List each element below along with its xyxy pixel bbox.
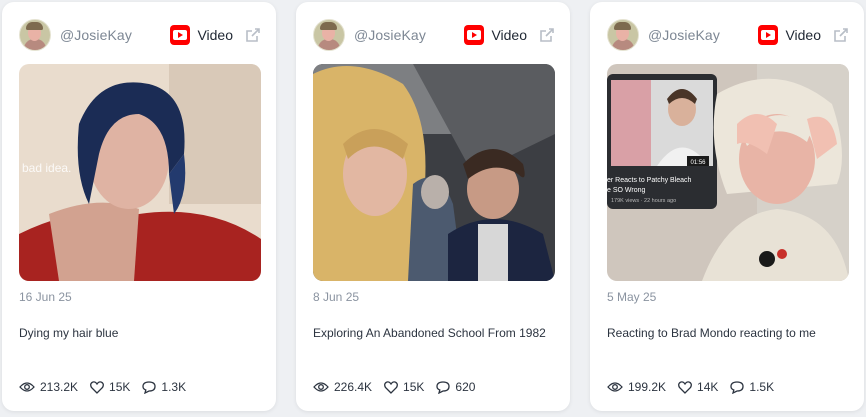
eye-icon <box>313 382 329 392</box>
views-count: 226.4K <box>334 380 373 394</box>
views-stat: 213.2K <box>19 380 78 394</box>
likes-count: 14K <box>697 380 719 394</box>
card-header: @JosieKay Video <box>607 19 850 51</box>
heart-icon <box>384 380 398 394</box>
views-stat: 226.4K <box>313 380 372 394</box>
heart-icon <box>90 380 104 394</box>
inset-duration: 01:56 <box>690 160 706 166</box>
thumbnail-caption: bad idea. <box>22 161 72 175</box>
comment-icon <box>142 380 157 394</box>
likes-stat: 15K <box>90 380 130 394</box>
engagement-stats: 199.2K 14K 1.5K <box>607 378 786 396</box>
external-link-icon[interactable] <box>244 26 262 44</box>
video-title[interactable]: Exploring An Abandoned School From 1982 <box>313 324 553 342</box>
publish-date: 5 May 25 <box>607 290 657 304</box>
comments-count: 1.5K <box>749 380 775 394</box>
likes-stat: 15K <box>384 380 424 394</box>
video-title[interactable]: Dying my hair blue <box>19 324 259 342</box>
likes-count: 15K <box>403 380 425 394</box>
external-link-icon[interactable] <box>832 26 850 44</box>
content-card[interactable]: @JosieKay Video 01:56 er Reacts to Patch… <box>590 2 864 411</box>
comment-icon <box>730 380 745 394</box>
video-thumbnail[interactable] <box>313 64 555 281</box>
creator-handle[interactable]: @JosieKay <box>354 27 426 43</box>
comments-count: 1.3K <box>161 380 187 394</box>
publish-date: 16 Jun 25 <box>19 290 72 304</box>
views-stat: 199.2K <box>607 380 666 394</box>
likes-count: 15K <box>109 380 131 394</box>
inset-meta: 179K views · 22 hours ago <box>611 198 676 204</box>
comments-count: 620 <box>455 380 476 394</box>
creator-handle[interactable]: @JosieKay <box>60 27 132 43</box>
views-count: 199.2K <box>628 380 667 394</box>
comments-stat: 1.3K <box>142 380 186 394</box>
content-type-label: Video <box>785 27 821 43</box>
engagement-stats: 226.4K 15K 620 <box>313 378 487 396</box>
comments-stat: 1.5K <box>730 380 774 394</box>
comments-stat: 620 <box>436 380 475 394</box>
youtube-icon <box>464 25 485 45</box>
card-header: @JosieKay Video <box>19 19 262 51</box>
content-card[interactable]: @JosieKay Video 8 Jun 25 Exploring An Ab… <box>296 2 570 411</box>
youtube-icon <box>170 25 191 45</box>
avatar[interactable] <box>19 19 51 51</box>
creator-handle[interactable]: @JosieKay <box>648 27 720 43</box>
inset-title-line2: e SO Wrong <box>607 187 645 194</box>
youtube-icon <box>758 25 779 45</box>
eye-icon <box>607 382 623 392</box>
video-title[interactable]: Reacting to Brad Mondo reacting to me <box>607 324 847 342</box>
video-thumbnail[interactable]: 01:56 er Reacts to Patchy Bleach e SO Wr… <box>607 64 849 281</box>
views-count: 213.2K <box>40 380 79 394</box>
heart-icon <box>678 380 692 394</box>
comment-icon <box>436 380 451 394</box>
content-type-label: Video <box>197 27 233 43</box>
content-card[interactable]: @JosieKay Video bad idea. 16 Jun 25 Dyin… <box>2 2 276 411</box>
video-thumbnail[interactable]: bad idea. <box>19 64 261 281</box>
inset-title-line1: er Reacts to Patchy Bleach <box>607 177 692 184</box>
external-link-icon[interactable] <box>538 26 556 44</box>
eye-icon <box>19 382 35 392</box>
content-type-label: Video <box>491 27 527 43</box>
avatar[interactable] <box>607 19 639 51</box>
publish-date: 8 Jun 25 <box>313 290 360 304</box>
likes-stat: 14K <box>678 380 718 394</box>
card-header: @JosieKay Video <box>313 19 556 51</box>
avatar[interactable] <box>313 19 345 51</box>
engagement-stats: 213.2K 15K 1.3K <box>19 378 198 396</box>
